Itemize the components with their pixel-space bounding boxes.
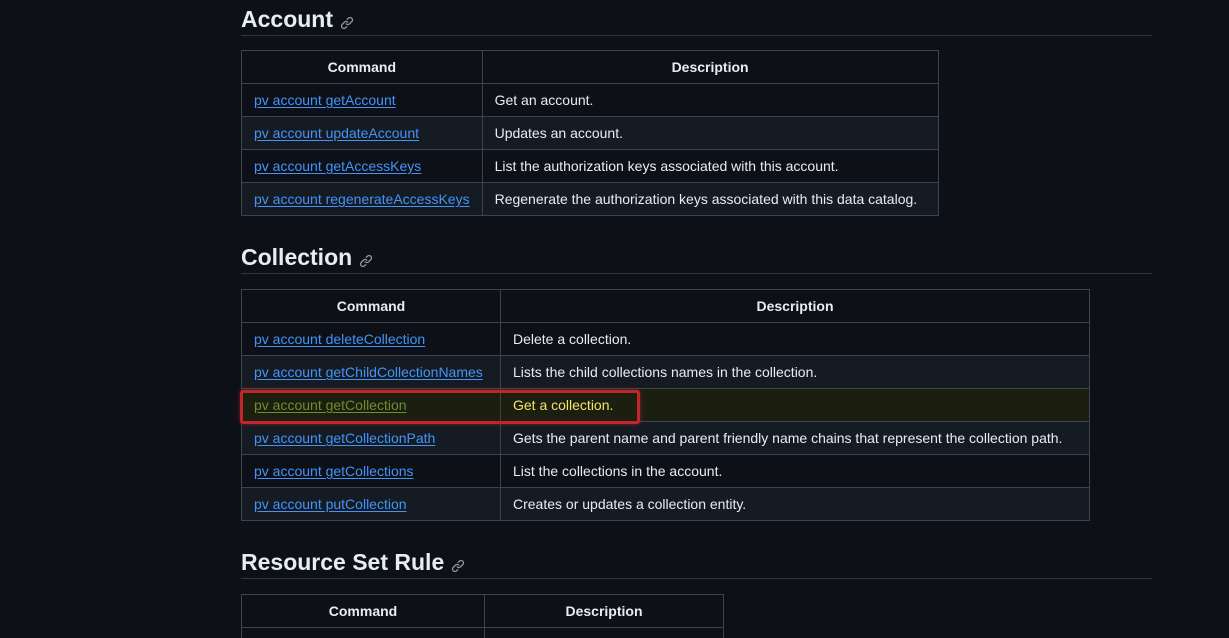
table-row: pv account regenerateAccessKeys Regenera…	[241, 182, 939, 216]
table-row-highlighted: pv account getCollection Get a collectio…	[241, 388, 1090, 422]
command-cell: pv account getChildCollectionNames	[241, 355, 501, 389]
column-header-command: Command	[241, 50, 483, 84]
command-link[interactable]: pv account regenerateAccessKeys	[254, 191, 470, 207]
command-cell: pv account getCollection	[241, 388, 501, 422]
resource-set-rule-commands-table: Command Description	[241, 594, 724, 638]
table-header-row: Command Description	[241, 289, 1090, 323]
command-cell: pv account getAccessKeys	[241, 149, 483, 183]
command-cell: pv account putCollection	[241, 487, 501, 521]
description-cell: List the authorization keys associated w…	[481, 149, 939, 183]
command-cell: pv account deleteCollection	[241, 322, 501, 356]
account-commands-table: Command Description pv account getAccoun…	[241, 50, 939, 216]
command-cell: pv account regenerateAccessKeys	[241, 182, 483, 216]
table-row: pv account getChildCollectionNames Lists…	[241, 355, 1090, 389]
section-heading-account: Account	[241, 0, 1152, 36]
description-cell: Get a collection.	[500, 388, 1090, 422]
anchor-link-icon[interactable]	[451, 559, 465, 573]
section-heading-collection: Collection	[241, 238, 1152, 274]
section-title: Collection	[241, 244, 353, 270]
anchor-link-icon[interactable]	[340, 16, 354, 30]
table-row: pv account deleteCollection Delete a col…	[241, 322, 1090, 356]
section-resource-set-rule: Resource Set Rule Command Description	[241, 543, 1152, 638]
description-cell: Regenerate the authorization keys associ…	[481, 182, 939, 216]
command-link[interactable]: pv account getCollectionPath	[254, 430, 435, 446]
command-cell: pv account updateAccount	[241, 116, 483, 150]
command-cell: pv account getCollectionPath	[241, 421, 501, 455]
description-cell: Updates an account.	[481, 116, 939, 150]
column-header-description: Description	[484, 594, 724, 628]
description-cell: Creates or updates a collection entity.	[500, 487, 1090, 521]
table-row: pv account getCollections List the colle…	[241, 454, 1090, 488]
section-collection: Collection Command Description pv accoun…	[241, 238, 1152, 521]
column-header-description: Description	[481, 50, 939, 84]
collection-commands-table: Command Description pv account deleteCol…	[241, 289, 1090, 521]
column-header-command: Command	[241, 289, 501, 323]
table-row: pv account getAccount Get an account.	[241, 83, 939, 117]
column-header-command: Command	[241, 594, 485, 628]
table-row: pv account putCollection Creates or upda…	[241, 487, 1090, 521]
description-cell: List the collections in the account.	[500, 454, 1090, 488]
description-cell: Lists the child collections names in the…	[500, 355, 1090, 389]
command-cell	[241, 627, 485, 638]
command-cell: pv account getCollections	[241, 454, 501, 488]
command-link[interactable]: pv account getAccessKeys	[254, 158, 421, 174]
table-row	[241, 627, 724, 638]
command-link[interactable]: pv account putCollection	[254, 496, 407, 512]
anchor-link-icon[interactable]	[359, 254, 373, 268]
table-row: pv account getCollectionPath Gets the pa…	[241, 421, 1090, 455]
table-row: pv account getAccessKeys List the author…	[241, 149, 939, 183]
table-header-row: Command Description	[241, 594, 724, 628]
command-link[interactable]: pv account updateAccount	[254, 125, 419, 141]
command-link[interactable]: pv account getCollection	[254, 397, 407, 413]
docs-page: Account Command Description pv account g…	[0, 0, 1229, 638]
section-title: Resource Set Rule	[241, 549, 445, 575]
description-cell: Get an account.	[481, 83, 939, 117]
command-link[interactable]: pv account getCollections	[254, 463, 414, 479]
description-cell	[484, 627, 724, 638]
section-account: Account Command Description pv account g…	[241, 0, 1152, 216]
description-cell: Gets the parent name and parent friendly…	[500, 421, 1090, 455]
command-link[interactable]: pv account getChildCollectionNames	[254, 364, 483, 380]
description-cell: Delete a collection.	[500, 322, 1090, 356]
command-link[interactable]: pv account deleteCollection	[254, 331, 425, 347]
table-header-row: Command Description	[241, 50, 939, 84]
column-header-description: Description	[500, 289, 1090, 323]
command-cell: pv account getAccount	[241, 83, 483, 117]
table-row: pv account updateAccount Updates an acco…	[241, 116, 939, 150]
section-title: Account	[241, 6, 333, 32]
section-heading-resource-set-rule: Resource Set Rule	[241, 543, 1152, 579]
command-link[interactable]: pv account getAccount	[254, 92, 396, 108]
